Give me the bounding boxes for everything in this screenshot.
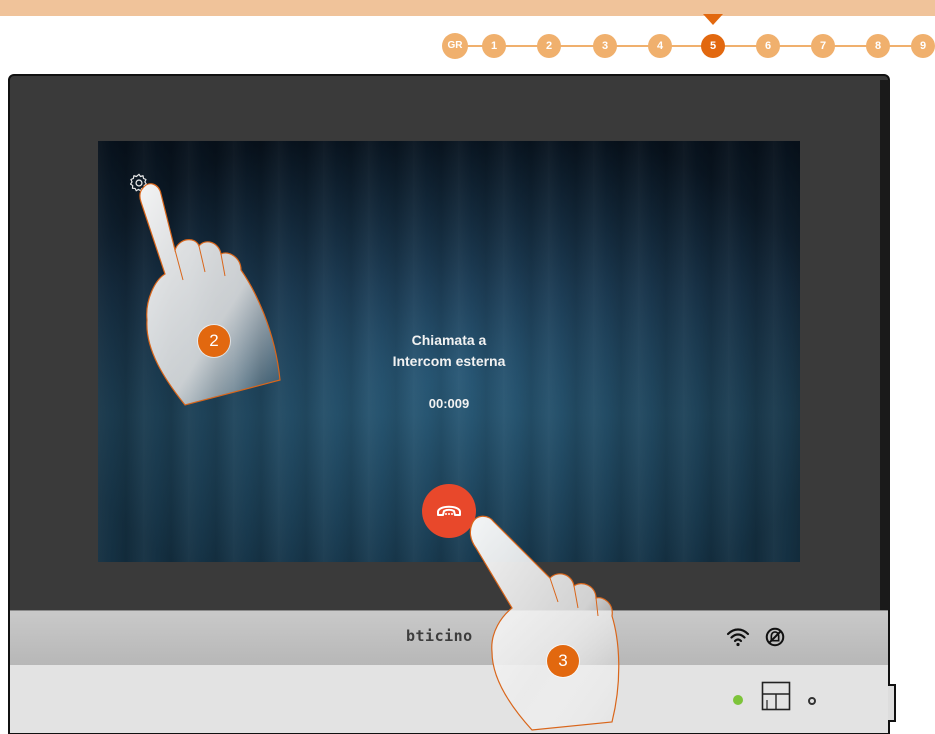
device-lower-panel bbox=[10, 665, 888, 733]
call-target: Intercom esterna bbox=[392, 353, 506, 369]
step-2[interactable]: 2 bbox=[537, 34, 561, 58]
step-7[interactable]: 7 bbox=[811, 34, 835, 58]
device-side-edge bbox=[880, 80, 890, 610]
step-5-active[interactable]: 5 bbox=[701, 34, 725, 58]
step-8[interactable]: 8 bbox=[866, 34, 890, 58]
call-status: Chiamata a Intercom esterna bbox=[349, 330, 549, 372]
step-gr[interactable]: GR bbox=[442, 33, 468, 59]
step-navigator: GR 1 2 3 4 5 6 7 8 9 bbox=[0, 0, 935, 70]
call-timer: 00:009 bbox=[428, 396, 470, 411]
step-9[interactable]: 9 bbox=[911, 34, 935, 58]
window-icon[interactable] bbox=[761, 681, 791, 711]
step-4[interactable]: 4 bbox=[648, 34, 672, 58]
pointing-hand-icon bbox=[139, 183, 281, 406]
microphone-dot bbox=[808, 697, 816, 705]
phone-hangup-icon bbox=[437, 505, 461, 516]
step-6[interactable]: 6 bbox=[756, 34, 780, 58]
step-1[interactable]: 1 bbox=[482, 34, 506, 58]
callout-badge: 3 bbox=[547, 645, 579, 677]
callout-badge: 2 bbox=[198, 325, 230, 357]
wifi-icon bbox=[726, 628, 750, 647]
active-step-marker bbox=[703, 14, 723, 25]
bell-off-icon[interactable] bbox=[764, 626, 786, 648]
device-side-button[interactable] bbox=[888, 684, 896, 722]
call-title: Chiamata a bbox=[411, 332, 487, 348]
step-3[interactable]: 3 bbox=[593, 34, 617, 58]
status-led bbox=[733, 695, 743, 705]
step-connector bbox=[455, 45, 921, 47]
pointing-hand-icon bbox=[469, 515, 620, 731]
